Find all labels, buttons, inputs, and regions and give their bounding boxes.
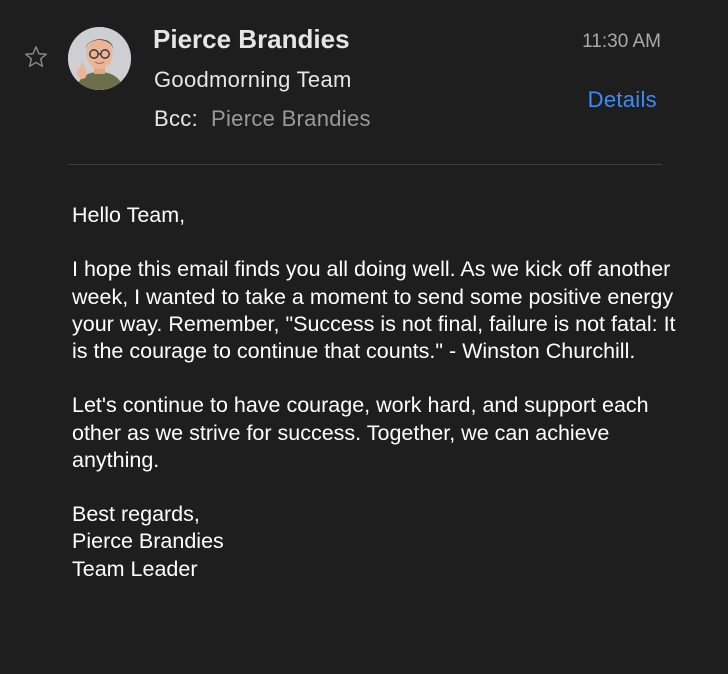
details-link[interactable]: Details: [588, 87, 657, 113]
bcc-recipient[interactable]: Pierce Brandies: [211, 106, 371, 131]
bcc-line: Bcc: Pierce Brandies: [154, 106, 371, 132]
greeting: Hello Team,: [72, 203, 186, 227]
message-body: Hello Team, I hope this email finds you …: [72, 202, 682, 610]
closing: Best regards,: [72, 502, 200, 527]
message-header: Pierce Brandies 11:30 AM Goodmorning Tea…: [0, 0, 728, 165]
body-paragraph-2: Let's continue to have courage, work har…: [72, 393, 649, 472]
signature: Best regards, Pierce Brandies Team Leade…: [72, 501, 682, 583]
star-icon[interactable]: [23, 44, 49, 70]
signature-name: Pierce Brandies: [72, 529, 224, 554]
header-divider: [68, 164, 662, 165]
signature-title: Team Leader: [72, 556, 198, 581]
bcc-label: Bcc:: [154, 106, 198, 131]
sender-name: Pierce Brandies: [153, 24, 350, 54]
avatar: [68, 27, 131, 90]
message-subject: Goodmorning Team: [154, 67, 352, 92]
message-time: 11:30 AM: [582, 31, 661, 52]
body-paragraph-1: I hope this email finds you all doing we…: [72, 257, 676, 363]
